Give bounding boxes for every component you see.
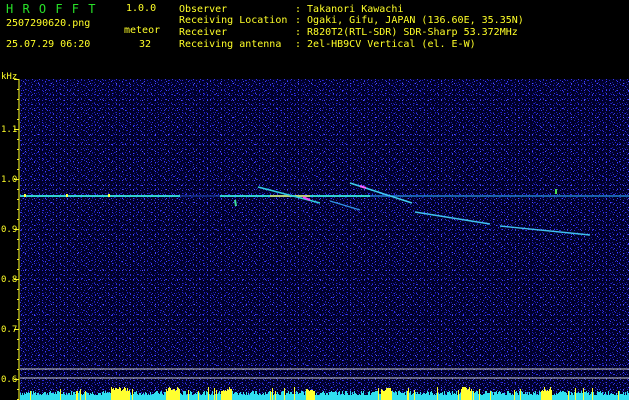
carrier-hot	[555, 189, 557, 194]
info-label-antenna: Receiving antenna	[179, 39, 282, 50]
carrier-hot	[24, 194, 26, 197]
file-name: 2507290620.png	[6, 18, 91, 29]
info-label-location: Receiving Location	[179, 15, 288, 26]
noise-layer	[20, 79, 629, 400]
spectrogram-plot	[20, 79, 629, 400]
carrier-hot	[66, 194, 68, 197]
carrier-hot	[108, 194, 110, 197]
meteor-echo	[234, 199, 237, 207]
info-label-observer: Observer	[179, 4, 228, 15]
hroft-window: H R O F F T 1.0.0 2507290620.png meteor …	[0, 0, 629, 400]
info-value-receiver: : R820T2(RTL-SDR) SDR-Sharp 53.372MHz	[295, 27, 518, 38]
info-value-antenna: : 2el-HB9CV Vertical (el. E-W)	[295, 39, 476, 50]
app-title: H R O F F T	[6, 2, 97, 16]
info-value-location: : Ogaki, Gifu, JAPAN (136.60E, 35.35N)	[295, 15, 524, 26]
date-time: 25.07.29 06:20	[6, 39, 91, 50]
meteor-label: meteor	[124, 25, 161, 36]
info-label-receiver: Receiver	[179, 27, 228, 38]
y-axis	[14, 79, 20, 400]
app-version: 1.0.0	[126, 3, 157, 14]
meteor-count: 32	[139, 39, 152, 50]
info-value-observer: : Takanori Kawachi	[295, 4, 404, 15]
